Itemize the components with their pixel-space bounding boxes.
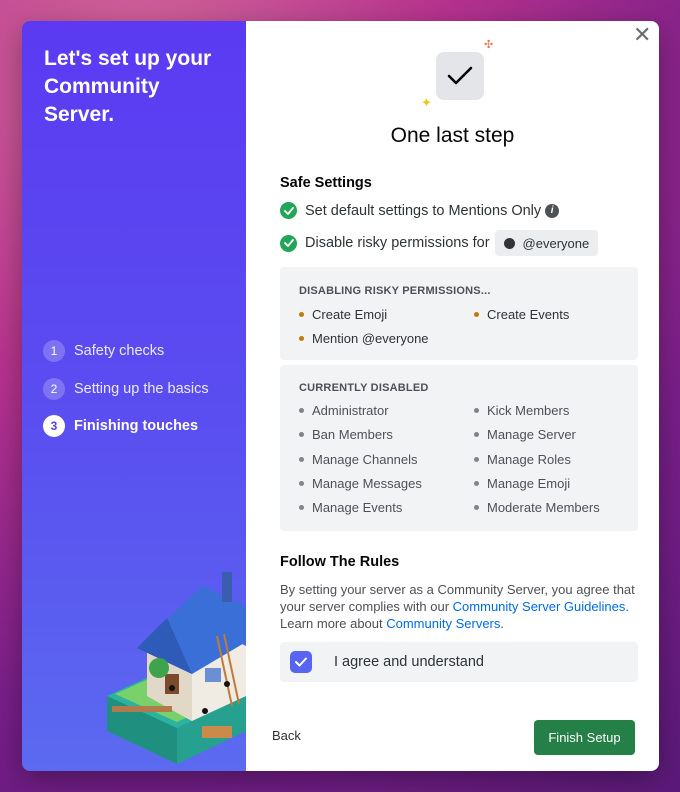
permission-item: Moderate Members	[474, 500, 600, 515]
permission-label: Administrator	[312, 403, 389, 418]
permission-item: Administrator	[299, 403, 389, 418]
page-title: One last step	[390, 124, 515, 147]
sidebar-title: Let's set up your Community Server.	[44, 47, 212, 126]
role-name: @everyone	[522, 235, 590, 251]
permission-label: Mention @everyone	[312, 331, 429, 346]
permission-item: Mention @everyone	[299, 331, 429, 346]
permission-label: Manage Roles	[487, 452, 571, 467]
bullet-icon	[299, 408, 304, 413]
step-label: Setting up the basics	[74, 380, 209, 397]
step-number: 3	[43, 415, 65, 437]
permission-label: Create Events	[487, 307, 570, 322]
step-label: Finishing touches	[74, 418, 199, 434]
step-safety-checks: 1 Safety checks	[43, 339, 209, 363]
permission-label: Kick Members	[487, 403, 570, 418]
card-title: CURRENTLY DISABLED	[299, 382, 429, 394]
step-list: 1 Safety checks 2 Setting up the basics …	[43, 339, 209, 452]
permission-item: Manage Server	[474, 427, 576, 442]
checkmark-icon	[447, 66, 473, 85]
safe-setting-label: Disable risky permissions for	[305, 235, 490, 251]
permission-label: Manage Channels	[312, 452, 418, 467]
permission-label: Manage Server	[487, 427, 576, 442]
permission-label: Moderate Members	[487, 500, 600, 515]
safe-settings-title: Safe Settings	[280, 175, 372, 191]
safe-setting-label: Set default settings to Mentions Only	[305, 202, 542, 219]
community-setup-modal: Let's set up your Community Server. 1 Sa…	[22, 21, 659, 771]
rules-description: By setting your server as a Community Se…	[280, 581, 638, 632]
checkmark-badge	[436, 52, 484, 100]
bullet-icon	[474, 432, 479, 437]
permission-item: Ban Members	[299, 427, 393, 442]
permission-label: Manage Emoji	[487, 476, 571, 491]
bullet-icon	[299, 481, 304, 486]
disabling-permissions-card: DISABLING RISKY PERMISSIONS... Create Em…	[280, 267, 638, 360]
bullet-icon	[299, 312, 304, 317]
safe-setting-mentions: Set default settings to Mentions Only i	[280, 202, 560, 219]
bullet-icon	[474, 312, 479, 317]
permission-label: Ban Members	[312, 427, 393, 442]
sparkle-icon: ✣	[484, 39, 494, 51]
permission-item: Manage Roles	[474, 452, 571, 467]
role-chip-everyone: @everyone	[494, 230, 599, 256]
permission-item: Manage Events	[299, 500, 402, 515]
sparkle-icon: ✦	[421, 95, 432, 110]
check-circle-icon	[280, 234, 297, 252]
currently-disabled-card: CURRENTLY DISABLED Administrator Kick Me…	[280, 365, 638, 531]
step-label: Safety checks	[74, 343, 165, 359]
safe-setting-permissions: Disable risky permissions for @everyone	[280, 230, 599, 256]
permission-label: Manage Messages	[312, 476, 422, 491]
bullet-icon	[474, 505, 479, 510]
step-finishing-touches: 3 Finishing touches	[43, 414, 209, 438]
bullet-icon	[299, 432, 304, 437]
bullet-icon	[299, 336, 304, 341]
permission-item: Manage Emoji	[474, 476, 570, 491]
role-color-dot	[503, 237, 515, 249]
checkmark-icon	[295, 657, 307, 667]
permission-label: Create Emoji	[312, 307, 388, 322]
bullet-icon	[474, 457, 479, 462]
finish-setup-button[interactable]: Finish Setup	[534, 720, 635, 755]
bullet-icon	[474, 481, 479, 486]
house-illustration	[107, 572, 246, 764]
agree-checkbox[interactable]	[290, 651, 312, 673]
agree-checkbox-row[interactable]: I agree and understand	[280, 642, 638, 682]
permission-item: Manage Channels	[299, 452, 418, 467]
community-guidelines-link[interactable]: Community Server Guidelines	[453, 599, 626, 614]
bullet-icon	[474, 408, 479, 413]
bullet-icon	[299, 457, 304, 462]
main-panel: ✕ ✦ ✣ One last step Safe Settings Set de…	[246, 21, 659, 771]
rules-title: Follow The Rules	[280, 554, 400, 570]
rules-text: .	[500, 616, 504, 631]
permission-label: Manage Events	[312, 500, 403, 515]
community-servers-link[interactable]: Community Servers	[386, 616, 500, 631]
bullet-icon	[299, 505, 304, 510]
permission-item: Manage Messages	[299, 476, 422, 491]
info-icon[interactable]: i	[545, 203, 560, 218]
step-basics: 2 Setting up the basics	[43, 377, 209, 401]
sidebar: Let's set up your Community Server. 1 Sa…	[22, 21, 246, 771]
check-circle-icon	[280, 202, 297, 219]
step-number: 1	[43, 340, 65, 362]
close-icon[interactable]: ✕	[633, 24, 651, 46]
permission-item: Create Emoji	[299, 307, 387, 322]
back-button[interactable]: Back	[272, 728, 301, 743]
card-title: DISABLING RISKY PERMISSIONS...	[299, 285, 491, 297]
step-number: 2	[43, 377, 65, 400]
permission-item: Kick Members	[474, 403, 569, 418]
agree-label: I agree and understand	[334, 654, 484, 670]
permission-item: Create Events	[474, 307, 569, 322]
